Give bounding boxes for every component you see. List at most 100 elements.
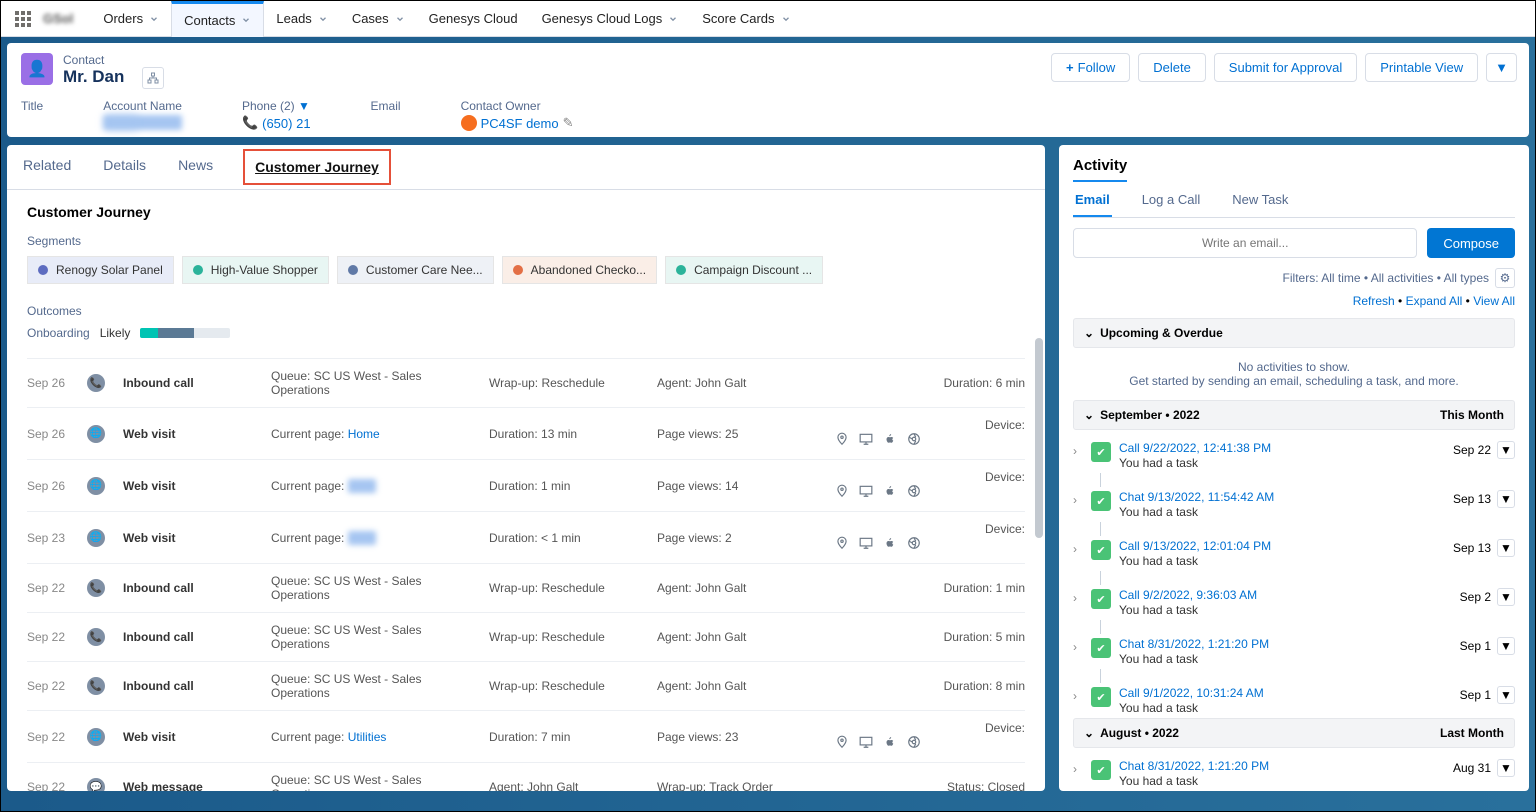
row-right: Duration: 6 min	[825, 376, 1025, 390]
upcoming-section[interactable]: ⌄Upcoming & Overdue	[1073, 318, 1515, 348]
activity-link[interactable]: Chat 9/13/2022, 11:54:42 AM	[1119, 490, 1445, 504]
desktop-icon	[859, 432, 873, 449]
nav-tab-genesys cloud[interactable]: Genesys Cloud	[417, 1, 530, 37]
expand-icon[interactable]: ›	[1073, 762, 1083, 776]
row-right: Duration: 5 min	[825, 630, 1025, 644]
desktop-icon	[859, 536, 873, 553]
expand-icon[interactable]: ›	[1073, 640, 1083, 654]
row-type-icon: 📞	[87, 579, 105, 597]
tab-news[interactable]: News	[176, 145, 215, 189]
change-owner-icon[interactable]: ✎	[563, 115, 574, 131]
row-title: Inbound call	[123, 376, 253, 390]
row-date: Sep 26	[27, 479, 69, 493]
activity-item: › ✔ Chat 9/13/2022, 11:54:42 AMYou had a t…	[1073, 487, 1515, 522]
segment-label: Customer Care Nee...	[366, 263, 483, 277]
activity-link[interactable]: Call 9/2/2022, 9:36:03 AM	[1119, 588, 1452, 602]
location-icon	[835, 536, 849, 553]
activity-tab-email[interactable]: Email	[1073, 192, 1112, 217]
journey-row[interactable]: Sep 22🌐Web visitCurrent page: UtilitiesD…	[27, 710, 1025, 762]
expand-icon[interactable]: ›	[1073, 591, 1083, 605]
submit-approval-button[interactable]: Submit for Approval	[1214, 53, 1357, 82]
more-actions-button[interactable]: ▼	[1486, 53, 1517, 82]
tab-customer-journey[interactable]: Customer Journey	[243, 149, 391, 185]
nav-tab-leads[interactable]: Leads	[264, 1, 339, 37]
row-col2: Wrap-up: Reschedule	[489, 630, 639, 644]
email-input[interactable]	[1073, 228, 1417, 258]
activity-link[interactable]: Chat 8/31/2022, 1:21:20 PM	[1119, 637, 1452, 651]
journey-row[interactable]: Sep 22📞Inbound callQueue: SC US West - S…	[27, 612, 1025, 661]
activity-menu-button[interactable]: ▼	[1497, 539, 1515, 557]
nav-tab-orders[interactable]: Orders	[91, 1, 171, 37]
printable-view-button[interactable]: Printable View	[1365, 53, 1478, 82]
nav-tab-score cards[interactable]: Score Cards	[690, 1, 802, 37]
segment-chip[interactable]: Customer Care Nee...	[337, 256, 494, 284]
row-col3: Agent: John Galt	[657, 376, 807, 390]
scrollbar-thumb[interactable]	[1035, 338, 1043, 538]
expand-icon[interactable]: ›	[1073, 493, 1083, 507]
journey-row[interactable]: Sep 22📞Inbound callQueue: SC US West - S…	[27, 661, 1025, 710]
page-link[interactable]: Home	[348, 427, 380, 441]
owner-avatar-icon	[461, 115, 477, 131]
compose-button[interactable]: Compose	[1427, 228, 1515, 258]
tab-related[interactable]: Related	[21, 145, 73, 189]
segment-dot-icon	[38, 265, 48, 275]
journey-row[interactable]: Sep 26🌐Web visitCurrent page: xxxxDurati…	[27, 459, 1025, 511]
activity-group-header[interactable]: ⌄September • 2022This Month	[1073, 400, 1515, 430]
journey-row[interactable]: Sep 22📞Inbound callQueue: SC US West - S…	[27, 563, 1025, 612]
activity-menu-button[interactable]: ▼	[1497, 588, 1515, 606]
segment-chip[interactable]: Abandoned Checko...	[502, 256, 657, 284]
tab-details[interactable]: Details	[101, 145, 148, 189]
delete-button[interactable]: Delete	[1138, 53, 1206, 82]
journey-row[interactable]: Sep 23🌐Web visitCurrent page: xxxxDurati…	[27, 511, 1025, 563]
segment-chip[interactable]: High-Value Shopper	[182, 256, 329, 284]
nav-tab-cases[interactable]: Cases	[340, 1, 417, 37]
activity-link[interactable]: Call 9/1/2022, 10:31:24 AM	[1119, 686, 1452, 700]
activity-sub: You had a task	[1119, 505, 1445, 519]
activity-menu-button[interactable]: ▼	[1497, 441, 1515, 459]
app-launcher-icon[interactable]	[15, 11, 31, 27]
activity-tab-logcall[interactable]: Log a Call	[1140, 192, 1203, 217]
nav-tab-contacts[interactable]: Contacts	[171, 1, 264, 37]
journey-row[interactable]: Sep 26🌐Web visitCurrent page: HomeDurati…	[27, 407, 1025, 459]
expand-icon[interactable]: ›	[1073, 444, 1083, 458]
journey-row[interactable]: Sep 26📞Inbound callQueue: SC US West - S…	[27, 358, 1025, 407]
activity-link[interactable]: Chat 8/31/2022, 1:21:20 PM	[1119, 759, 1445, 773]
timeline-connector	[1100, 522, 1515, 536]
activity-menu-button[interactable]: ▼	[1497, 759, 1515, 777]
hierarchy-icon[interactable]	[142, 67, 164, 89]
segment-label: High-Value Shopper	[211, 263, 318, 277]
group-range: Last Month	[1440, 726, 1504, 740]
activity-link[interactable]: Call 9/22/2022, 12:41:38 PM	[1119, 441, 1445, 455]
owner-link[interactable]: PC4SF demo	[481, 116, 559, 131]
expand-icon[interactable]: ›	[1073, 689, 1083, 703]
activity-menu-button[interactable]: ▼	[1497, 686, 1515, 704]
activity-sub: You had a task	[1119, 652, 1452, 666]
page-link[interactable]: Utilities	[348, 730, 387, 744]
refresh-link[interactable]: Refresh	[1353, 294, 1395, 308]
row-right: Duration: 1 min	[825, 581, 1025, 595]
row-date: Sep 22	[27, 679, 69, 693]
account-link[interactable]: Olivia	[105, 115, 138, 130]
activity-group-header[interactable]: ⌄August • 2022Last Month	[1073, 718, 1515, 748]
segment-chip[interactable]: Campaign Discount ...	[665, 256, 823, 284]
expand-all-link[interactable]: Expand All	[1406, 294, 1463, 308]
segment-chip[interactable]: Renogy Solar Panel	[27, 256, 174, 284]
activity-link[interactable]: Call 9/13/2022, 12:01:04 PM	[1119, 539, 1445, 553]
filter-settings-icon[interactable]: ⚙	[1495, 268, 1515, 288]
task-icon: ✔	[1091, 491, 1111, 511]
view-all-link[interactable]: View All	[1473, 294, 1515, 308]
row-type-icon: 🌐	[87, 728, 105, 746]
nav-tab-genesys cloud logs[interactable]: Genesys Cloud Logs	[530, 1, 691, 37]
activity-date: Sep 1	[1460, 688, 1491, 702]
row-col3: Page views: 14	[657, 479, 807, 493]
phone-link[interactable]: (650) 21	[262, 116, 310, 131]
expand-icon[interactable]: ›	[1073, 542, 1083, 556]
activity-menu-button[interactable]: ▼	[1497, 490, 1515, 508]
activity-date: Sep 13	[1453, 492, 1491, 506]
journey-row[interactable]: Sep 22💬Web messageQueue: SC US West - Sa…	[27, 762, 1025, 791]
phone-label: Phone (2) ▼	[242, 99, 311, 113]
activity-tab-newtask[interactable]: New Task	[1230, 192, 1290, 217]
row-date: Sep 26	[27, 376, 69, 390]
follow-button[interactable]: +Follow	[1051, 53, 1130, 82]
activity-menu-button[interactable]: ▼	[1497, 637, 1515, 655]
